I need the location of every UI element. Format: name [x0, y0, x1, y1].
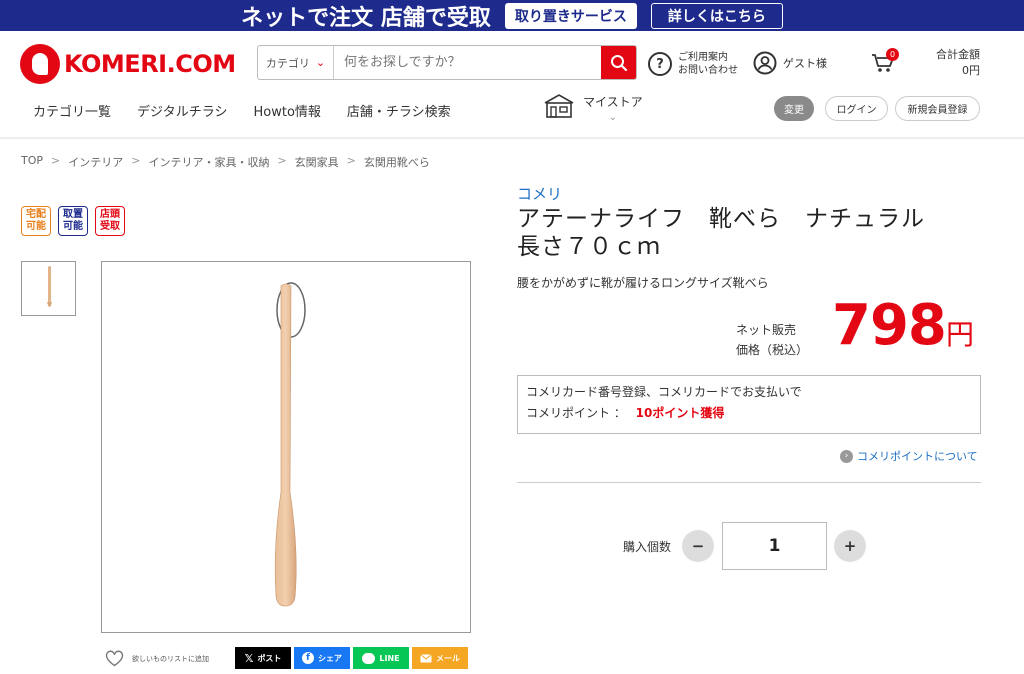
cart-button[interactable]: 0 [871, 48, 899, 78]
breadcrumb-entrance[interactable]: 玄関家具 [295, 154, 339, 170]
cart-count-badge: 0 [886, 48, 899, 61]
facebook-icon: f [302, 652, 314, 664]
nav-item-store-search[interactable]: 店舗・チラシ検索 [347, 101, 451, 120]
chevron-right-icon: › [840, 449, 853, 463]
wishlist-button[interactable]: 欲しいものリストに追加 [105, 650, 209, 667]
badge-text: 可能 [63, 221, 83, 232]
category-select[interactable]: カテゴリ ⌄ [258, 46, 334, 79]
points-earned: コメリポイント ： 10ポイント獲得 [526, 403, 972, 424]
share-mail-button[interactable]: メール [412, 647, 468, 669]
quantity-input[interactable] [722, 522, 827, 570]
account-link[interactable]: ゲスト様 [753, 51, 827, 75]
points-info-link[interactable]: › コメリポイントについて [840, 448, 978, 464]
chevron-down-icon: ⌄ [315, 56, 326, 69]
my-store-label: マイストア [583, 95, 643, 109]
delivery-badge: 宅配 可能 [21, 206, 51, 236]
share-facebook-label: シェア [318, 653, 342, 663]
category-select-label: カテゴリ [265, 56, 310, 70]
quantity-decrease-button[interactable]: − [682, 530, 714, 562]
nav-item-howto[interactable]: Howto情報 [254, 101, 321, 120]
komeri-logo[interactable]: KOMERI.COM [20, 44, 236, 84]
price-label-line: 価格（税込） [736, 343, 809, 357]
product-subtitle: 腰をかがめずに靴が履けるロングサイズ靴べら [517, 276, 769, 290]
register-button[interactable]: 新規会員登録 [895, 96, 980, 121]
price-label: ネット販売 価格（税込） [736, 320, 808, 360]
badge-text: 可能 [26, 221, 46, 232]
nav-item-categories[interactable]: カテゴリ一覧 [33, 101, 111, 120]
chevron-right-icon: > [131, 154, 141, 167]
store-pickup-badge: 店頭 受取 [95, 206, 125, 236]
login-button[interactable]: ログイン [825, 96, 888, 121]
share-x-button[interactable]: 𝕏 ポスト [235, 647, 291, 669]
badge-text: 受取 [100, 221, 120, 232]
share-x-label: ポスト [257, 653, 282, 663]
details-button[interactable]: 詳しくはこちら [650, 2, 783, 29]
contact-label: お問い合わせ [678, 65, 738, 76]
search-icon [610, 54, 627, 71]
reservation-service-button[interactable]: 取り置きサービス [504, 2, 637, 29]
help-label: ご利用案内 [678, 52, 728, 63]
heart-icon [105, 650, 124, 667]
line-icon [362, 652, 376, 664]
chevron-right-icon: > [346, 154, 356, 167]
header-divider [0, 137, 1024, 139]
search-button[interactable] [601, 46, 636, 79]
total-label: 合計金額 [936, 48, 980, 61]
share-mail-label: メール [436, 653, 460, 663]
rooster-logo-icon [20, 44, 60, 84]
points-info-label: コメリポイントについて [857, 450, 978, 463]
banner-text: ネットで注文 店舗で受取 [241, 5, 491, 31]
breadcrumb-top[interactable]: TOP [21, 154, 43, 170]
total-value: 0円 [962, 64, 980, 77]
search-input[interactable] [334, 46, 601, 79]
x-icon: 𝕏 [244, 651, 254, 665]
service-badges: 宅配 可能 取置 可能 店頭 受取 [21, 206, 125, 236]
price-unit: 円 [946, 318, 975, 351]
breadcrumb: TOP > インテリア > インテリア・家具・収納 > 玄関家具 > 玄関用靴べ… [21, 154, 430, 170]
user-icon [753, 51, 777, 75]
my-store[interactable]: マイストア ⌄ [543, 93, 643, 123]
chevron-right-icon: > [277, 154, 287, 167]
breadcrumb-shoehorn[interactable]: 玄関用靴べら [364, 154, 430, 170]
product-price: 798 [832, 293, 947, 358]
search-bar: カテゴリ ⌄ [257, 45, 637, 80]
share-line-label: LINE [379, 653, 400, 663]
wishlist-label: 欲しいものリストに追加 [132, 654, 209, 663]
shoehorn-thumbnail-image [46, 265, 52, 307]
badge-text: 取置 [63, 209, 83, 220]
points-label: コメリポイント ： [526, 406, 626, 420]
badge-text: 店頭 [100, 209, 120, 220]
price-label-line: ネット販売 [736, 323, 797, 337]
shoehorn-image [274, 282, 306, 607]
logo-text: KOMERI.COM [64, 50, 236, 78]
mail-icon [420, 653, 432, 662]
cart-total: 合計金額 0円 [928, 47, 980, 79]
breadcrumb-furniture[interactable]: インテリア・家具・収納 [148, 154, 269, 170]
reserve-badge: 取置 可能 [58, 206, 88, 236]
question-icon: ? [648, 52, 672, 76]
points-box: コメリカード番号登録、コメリカードでお支払いで コメリポイント ： 10ポイント… [517, 375, 981, 434]
product-brand[interactable]: コメリ [517, 183, 562, 204]
main-nav: カテゴリ一覧 デジタルチラシ Howto情報 店舗・チラシ検索 [33, 101, 451, 120]
breadcrumb-interior[interactable]: インテリア [68, 154, 123, 170]
quantity-label: 購入個数 [623, 540, 672, 554]
guest-label: ゲスト様 [783, 57, 827, 70]
badge-text: 宅配 [26, 209, 46, 220]
product-thumbnail[interactable] [21, 261, 76, 316]
quantity-increase-button[interactable]: + [834, 530, 866, 562]
promo-banner[interactable]: ネットで注文 店舗で受取 取り置きサービス 詳しくはこちら [0, 0, 1024, 31]
product-main-image[interactable] [101, 261, 471, 633]
help-link[interactable]: ? ご利用案内 お問い合わせ [648, 51, 738, 77]
nav-item-digital-flyer[interactable]: デジタルチラシ [137, 101, 227, 120]
share-line-button[interactable]: LINE [353, 647, 409, 669]
chevron-right-icon: > [51, 154, 61, 167]
change-store-button[interactable]: 変更 [774, 96, 814, 121]
points-value: 10ポイント獲得 [635, 406, 725, 420]
section-divider [517, 482, 981, 483]
store-icon [544, 94, 574, 118]
share-facebook-button[interactable]: f シェア [294, 647, 350, 669]
product-title: アテーナライフ 靴べら ナチュラル 長さ７０ｃｍ [517, 206, 949, 260]
points-condition: コメリカード番号登録、コメリカードでお支払いで [526, 385, 802, 399]
chevron-down-icon: ⌄ [608, 112, 618, 123]
